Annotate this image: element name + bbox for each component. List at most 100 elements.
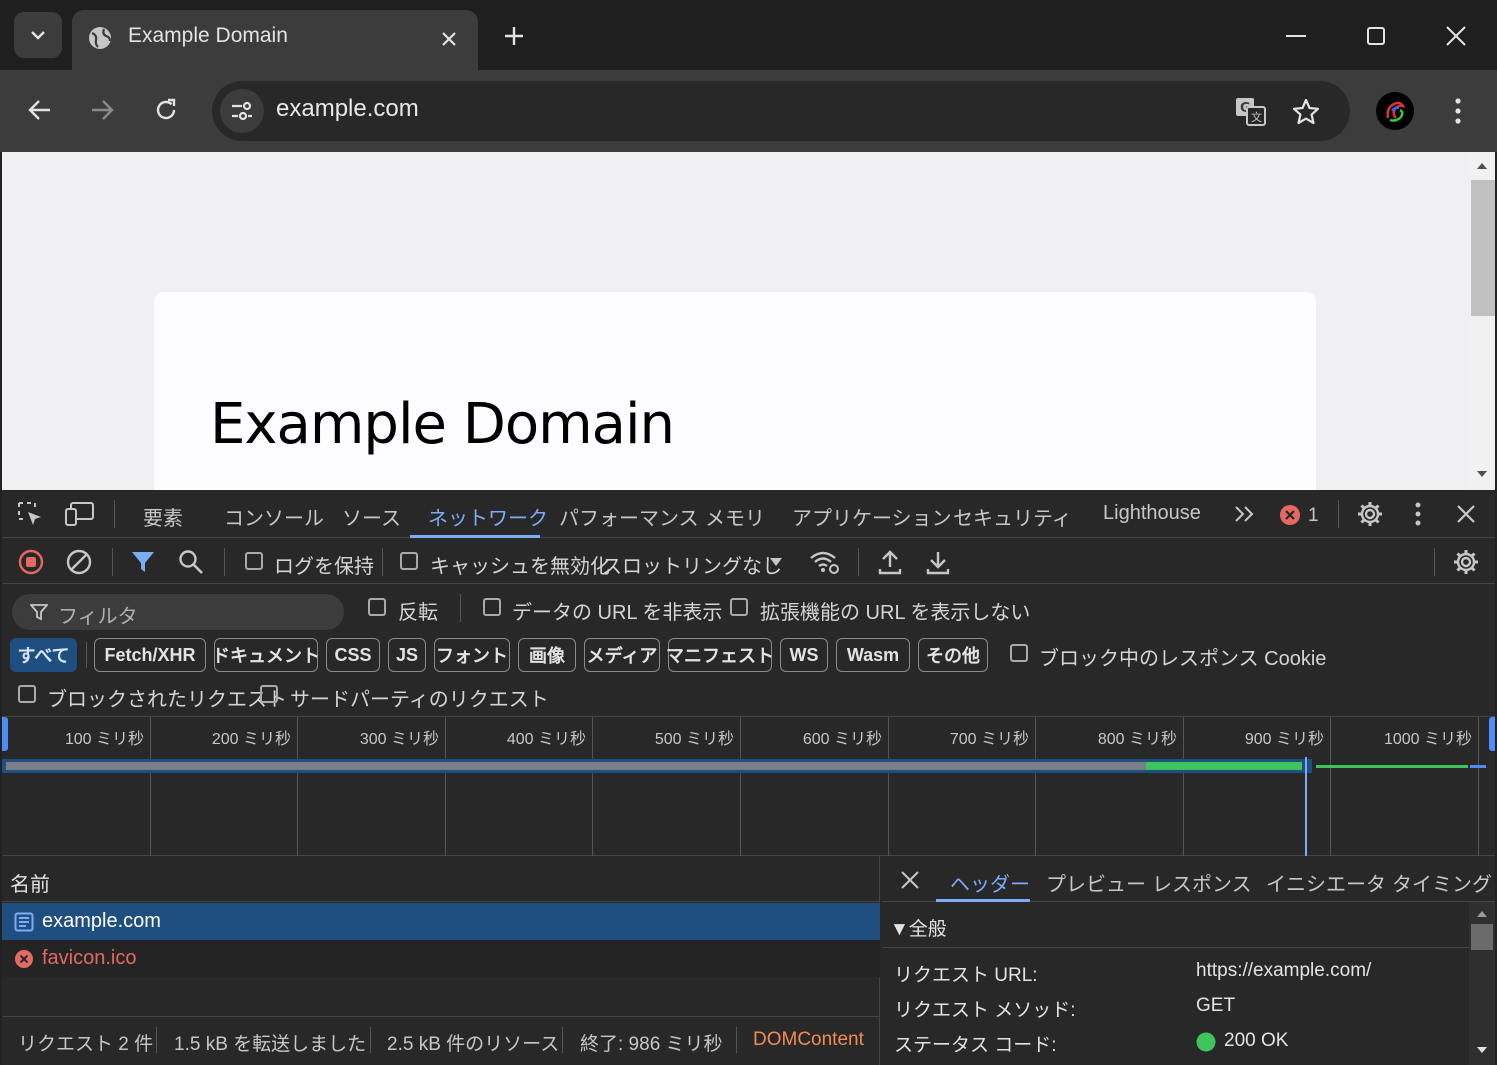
- clear-icon[interactable]: [64, 548, 94, 576]
- tab-timing[interactable]: タイミング: [1392, 868, 1492, 897]
- export-har-icon[interactable]: [924, 548, 952, 576]
- type-filter-all[interactable]: すべて: [10, 638, 77, 672]
- invert-checkbox[interactable]: [368, 598, 386, 616]
- network-conditions-icon[interactable]: [808, 548, 842, 576]
- timeline-tick-label: 200 ミリ秒: [211, 731, 291, 748]
- scroll-up-icon[interactable]: [1476, 162, 1488, 170]
- dropdown-arrow-icon[interactable]: [766, 552, 786, 572]
- timeline-right-handle[interactable]: [1489, 717, 1495, 751]
- browser-tab[interactable]: Example Domain: [72, 10, 478, 70]
- import-har-icon[interactable]: [876, 548, 904, 576]
- tab-performance[interactable]: パフォーマンス: [559, 502, 699, 531]
- tab-console[interactable]: コンソール: [224, 502, 324, 531]
- type-filter-ws[interactable]: WS: [780, 638, 828, 672]
- table-row[interactable]: favicon.ico: [2, 940, 880, 977]
- network-status-bar: リクエスト 2 件 1.5 kB を転送しました 2.5 kB 件のリソース 終…: [2, 1016, 880, 1065]
- tab-preview[interactable]: プレビュー: [1046, 868, 1146, 897]
- type-filter-css[interactable]: CSS: [326, 638, 380, 672]
- scroll-down-icon[interactable]: [1476, 1046, 1488, 1054]
- device-toolbar-icon[interactable]: [62, 498, 98, 530]
- close-icon[interactable]: [434, 24, 464, 54]
- type-filter-fetch-xhr[interactable]: Fetch/XHR: [94, 638, 206, 672]
- close-devtools-icon[interactable]: [1452, 500, 1480, 528]
- settings-gear-icon[interactable]: [1354, 498, 1386, 530]
- maximize-icon[interactable]: [1356, 18, 1396, 54]
- filter-input[interactable]: フィルタ: [12, 594, 344, 630]
- separator: [736, 1027, 737, 1053]
- type-filter-document[interactable]: ドキュメント: [212, 638, 320, 672]
- type-filter-image[interactable]: 画像: [518, 638, 576, 672]
- network-lower-panel: 名前 example.com favicon.ico リクエスト 2 件 1.5…: [2, 856, 1495, 1065]
- scrollbar-thumb[interactable]: [1471, 924, 1493, 950]
- tab-network[interactable]: ネットワーク: [428, 502, 548, 531]
- details-scrollbar[interactable]: [1469, 902, 1495, 1065]
- reload-icon[interactable]: [146, 90, 186, 130]
- tab-elements[interactable]: 要素: [143, 502, 183, 531]
- separator: [382, 548, 383, 576]
- type-filter-wasm[interactable]: Wasm: [836, 638, 910, 672]
- type-filter-manifest[interactable]: マニフェスト: [666, 638, 774, 672]
- filter-funnel-icon[interactable]: [128, 548, 158, 576]
- more-menu-icon[interactable]: [1440, 92, 1476, 130]
- separator: [112, 548, 113, 576]
- page-heading: Example Domain: [210, 392, 675, 457]
- error-icon[interactable]: [1278, 503, 1302, 527]
- blocked-cookies-checkbox[interactable]: [1010, 644, 1028, 662]
- inspect-element-icon[interactable]: [14, 498, 46, 530]
- tab-memory[interactable]: メモリ: [705, 502, 765, 531]
- translate-icon[interactable]: G文: [1232, 95, 1270, 129]
- tab-security[interactable]: セキュリティ: [953, 502, 1072, 531]
- tab-title: Example Domain: [128, 24, 288, 47]
- error-count[interactable]: 1: [1308, 505, 1319, 527]
- table-row[interactable]: example.com: [2, 903, 880, 940]
- disable-cache-checkbox[interactable]: [400, 552, 418, 570]
- minimize-icon[interactable]: [1276, 18, 1316, 54]
- search-icon[interactable]: [176, 548, 206, 576]
- profile-avatar[interactable]: [1376, 92, 1414, 130]
- third-party-checkbox[interactable]: [260, 685, 278, 703]
- browser-toolbar: example.com G文: [0, 70, 1497, 152]
- network-overview-timeline[interactable]: 100 ミリ秒 200 ミリ秒 300 ミリ秒 400 ミリ秒 500 ミリ秒 600 ミ…: [2, 716, 1495, 857]
- request-name: favicon.ico: [42, 947, 137, 969]
- tab-list-icon[interactable]: [14, 12, 62, 58]
- timeline-gridline: [1183, 717, 1184, 857]
- preserve-log-checkbox[interactable]: [245, 552, 263, 570]
- request-waiting-bar: [6, 762, 1146, 770]
- address-bar[interactable]: example.com G文: [212, 81, 1350, 141]
- tab-response[interactable]: レスポンス: [1152, 868, 1252, 897]
- separator: [86, 642, 87, 668]
- record-stop-icon[interactable]: [16, 548, 46, 576]
- scroll-up-icon[interactable]: [1476, 910, 1488, 918]
- tab-sources[interactable]: ソース: [342, 502, 401, 531]
- type-filter-font[interactable]: フォント: [434, 638, 510, 672]
- back-icon[interactable]: [20, 90, 60, 130]
- throttling-select[interactable]: スロットリングなし: [602, 550, 782, 579]
- tab-application[interactable]: アプリケーション: [792, 502, 952, 531]
- blocked-requests-checkbox[interactable]: [18, 685, 36, 703]
- filter-placeholder: フィルタ: [58, 606, 138, 628]
- column-name-header[interactable]: 名前: [10, 868, 50, 897]
- load-event-marker: [1305, 757, 1307, 857]
- timeline-left-handle[interactable]: [2, 717, 8, 751]
- tab-initiator[interactable]: イニシエータ: [1266, 868, 1386, 897]
- hide-data-urls-checkbox[interactable]: [483, 598, 501, 616]
- new-tab-icon[interactable]: [496, 18, 532, 54]
- forward-icon[interactable]: [82, 90, 122, 130]
- devtools-menu-icon[interactable]: [1406, 500, 1430, 528]
- tab-lighthouse[interactable]: Lighthouse: [1103, 502, 1201, 525]
- window-close-icon[interactable]: [1436, 18, 1476, 54]
- more-tabs-icon[interactable]: [1230, 500, 1260, 528]
- type-filter-media[interactable]: メディア: [584, 638, 660, 672]
- tab-headers[interactable]: ヘッダー: [950, 868, 1030, 897]
- bookmark-star-icon[interactable]: [1288, 95, 1324, 129]
- site-info-icon[interactable]: [220, 89, 264, 133]
- type-filter-js[interactable]: JS: [388, 638, 426, 672]
- scrollbar-thumb[interactable]: [1471, 180, 1495, 316]
- hide-extension-urls-checkbox[interactable]: [730, 598, 748, 616]
- network-settings-icon[interactable]: [1450, 546, 1482, 578]
- close-details-icon[interactable]: [898, 868, 922, 892]
- general-section-header[interactable]: ▼全般: [882, 902, 1469, 948]
- scroll-down-icon[interactable]: [1476, 470, 1488, 478]
- type-filter-other[interactable]: その他: [918, 638, 988, 672]
- page-scrollbar[interactable]: [1469, 152, 1495, 490]
